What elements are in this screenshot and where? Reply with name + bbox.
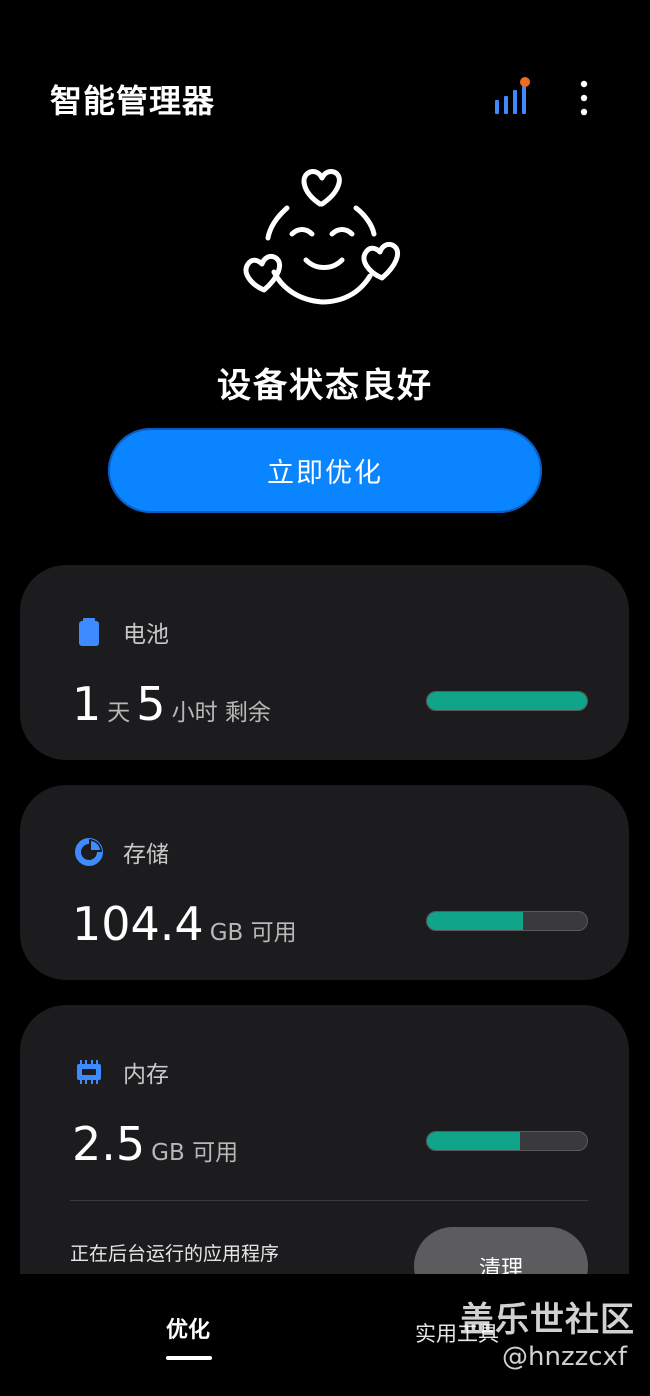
battery-label: 电池 bbox=[123, 622, 169, 648]
tab-optimize[interactable]: 优化 bbox=[166, 1312, 210, 1344]
memory-card[interactable]: 内存 2.5 GB 可用 正在后台运行的应用程序 清理 bbox=[20, 1005, 629, 1305]
tab-active-indicator bbox=[166, 1356, 212, 1360]
storage-pie-icon bbox=[75, 838, 103, 866]
stats-icon[interactable] bbox=[492, 76, 534, 118]
storage-level-fill bbox=[427, 912, 523, 930]
battery-card[interactable]: 电池 1 天 5 小时 剩余 bbox=[20, 565, 629, 760]
battery-level-fill bbox=[427, 692, 587, 710]
watermark-title: 盖乐世社区 bbox=[460, 1300, 635, 1340]
storage-level-bar bbox=[426, 911, 588, 931]
optimize-now-button[interactable]: 立即优化 bbox=[108, 428, 542, 513]
battery-level-bar bbox=[426, 691, 588, 711]
memory-level-fill bbox=[427, 1132, 520, 1150]
memory-level-bar bbox=[426, 1131, 588, 1151]
battery-icon bbox=[79, 618, 99, 646]
memory-value: 2.5 bbox=[72, 1117, 146, 1171]
memory-unit: GB 可用 bbox=[151, 1140, 239, 1166]
storage-card[interactable]: 存储 104.4 GB 可用 bbox=[20, 785, 629, 980]
battery-hours-unit: 小时 剩余 bbox=[171, 700, 271, 726]
memory-chip-icon bbox=[77, 1060, 101, 1084]
storage-value: 104.4 bbox=[72, 897, 204, 951]
battery-days-unit: 天 bbox=[107, 700, 131, 726]
background-apps-label: 正在后台运行的应用程序 bbox=[70, 1243, 280, 1265]
divider bbox=[70, 1200, 588, 1201]
more-icon[interactable] bbox=[570, 78, 598, 118]
page-title: 智能管理器 bbox=[50, 82, 216, 120]
storage-unit: GB 可用 bbox=[209, 920, 297, 946]
battery-days-value: 1 bbox=[72, 677, 102, 731]
watermark-user: @hnzzcxf bbox=[502, 1342, 628, 1372]
battery-hours-value: 5 bbox=[136, 677, 166, 731]
memory-label: 内存 bbox=[123, 1062, 169, 1088]
storage-label: 存储 bbox=[123, 842, 169, 868]
happy-face-icon bbox=[243, 169, 400, 305]
device-status-text: 设备状态良好 bbox=[217, 366, 433, 406]
